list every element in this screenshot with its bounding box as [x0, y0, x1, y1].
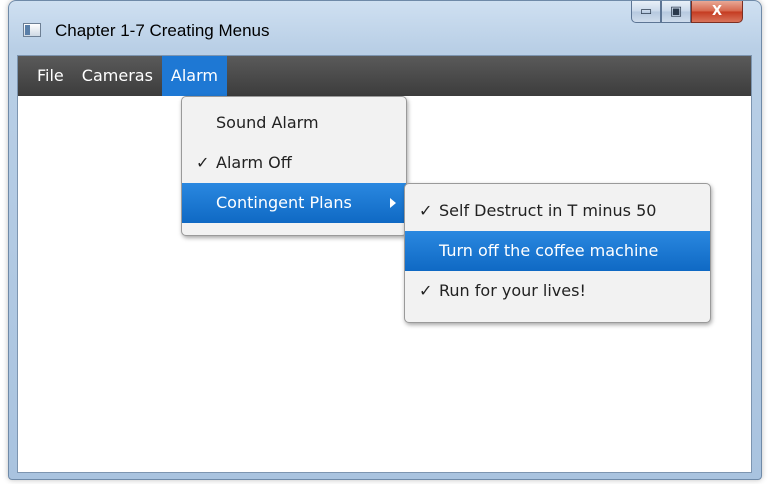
close-button[interactable]: X	[691, 1, 743, 23]
menu-alarm[interactable]: Alarm	[161, 56, 227, 96]
menu-item-contingent-plans[interactable]: Contingent Plans	[182, 183, 406, 223]
title-bar[interactable]: Chapter 1-7 Creating Menus ▭ ▣ X	[9, 1, 761, 55]
menu-item-coffee-machine[interactable]: Turn off the coffee machine	[405, 231, 710, 271]
maximize-button[interactable]: ▣	[661, 1, 691, 23]
window-controls: ▭ ▣ X	[631, 1, 743, 25]
menu-item-self-destruct[interactable]: ✓ Self Destruct in T minus 50	[405, 191, 710, 231]
menu-item-label: Sound Alarm	[216, 113, 319, 132]
close-icon: X	[711, 4, 723, 19]
menu-cameras[interactable]: Cameras	[73, 56, 162, 96]
menu-item-run-for-lives[interactable]: ✓ Run for your lives!	[405, 271, 710, 311]
app-window: Chapter 1-7 Creating Menus ▭ ▣ X File Ca…	[8, 0, 762, 480]
menu-bar: File Cameras Alarm	[18, 56, 751, 96]
menu-item-label: Alarm Off	[216, 153, 292, 172]
maximize-icon: ▣	[669, 4, 683, 19]
submenu-arrow-icon	[390, 198, 396, 208]
contingent-plans-submenu: ✓ Self Destruct in T minus 50 Turn off t…	[404, 183, 711, 323]
alarm-menu: Sound Alarm ✓ Alarm Off Contingent Plans	[181, 96, 407, 236]
menu-item-label: Turn off the coffee machine	[439, 241, 659, 260]
menu-item-label: Run for your lives!	[439, 281, 586, 300]
app-icon	[23, 23, 41, 37]
menu-item-alarm-off[interactable]: ✓ Alarm Off	[182, 143, 406, 183]
menu-item-label: Self Destruct in T minus 50	[439, 201, 657, 220]
minimize-button[interactable]: ▭	[631, 1, 661, 23]
menu-item-sound-alarm[interactable]: Sound Alarm	[182, 103, 406, 143]
check-icon: ✓	[196, 153, 210, 172]
menu-file[interactable]: File	[18, 56, 73, 96]
window-title: Chapter 1-7 Creating Menus	[55, 21, 270, 40]
minimize-icon: ▭	[639, 4, 653, 19]
check-icon: ✓	[419, 201, 433, 220]
check-icon: ✓	[419, 281, 433, 300]
menu-item-label: Contingent Plans	[216, 193, 352, 212]
